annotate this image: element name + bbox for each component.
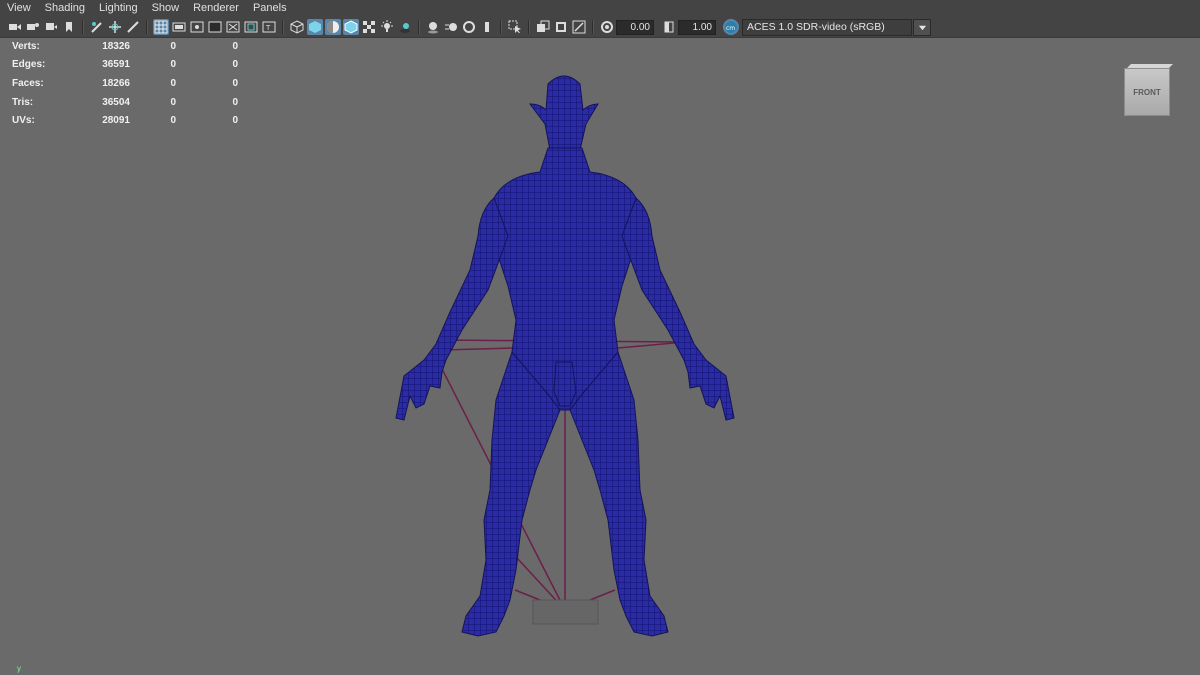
hud-label: UVs: xyxy=(12,115,35,127)
svg-text:cm: cm xyxy=(726,25,735,32)
hud-row-edges: Edges: 36591 0 0 xyxy=(12,56,238,75)
hud-row-uvs: UVs: 28091 0 0 xyxy=(12,111,238,130)
hud-value: 0 xyxy=(232,40,238,52)
grease-pencil-icon[interactable] xyxy=(89,19,105,35)
safe-action-icon[interactable] xyxy=(243,19,259,35)
hud-value: 18266 xyxy=(102,77,130,89)
motion-blur-icon[interactable] xyxy=(443,19,459,35)
menu-panels[interactable]: Panels xyxy=(246,0,294,17)
anti-aliasing-icon[interactable] xyxy=(461,19,477,35)
chevron-down-icon[interactable] xyxy=(913,18,931,36)
view-cube[interactable]: FRONT xyxy=(1124,68,1170,116)
hud-value: 0 xyxy=(170,59,176,71)
hud-label: Faces: xyxy=(12,77,44,89)
two-d-pan-zoom-icon[interactable] xyxy=(107,19,123,35)
xray-icon[interactable] xyxy=(535,19,551,35)
exposure-reset-icon[interactable] xyxy=(599,19,615,35)
exposure-field[interactable]: 0.00 xyxy=(616,19,654,35)
hud-value: 18326 xyxy=(102,40,130,52)
hud-value: 0 xyxy=(232,115,238,127)
bookmark-icon[interactable] xyxy=(43,19,59,35)
ambient-occlusion-icon[interactable] xyxy=(425,19,441,35)
hud-value: 36504 xyxy=(102,96,130,108)
isolate-select-icon[interactable] xyxy=(507,19,523,35)
panel-menu-bar: View Shading Lighting Show Renderer Pane… xyxy=(0,0,1200,17)
hud-value: 0 xyxy=(232,77,238,89)
gamma-field[interactable]: 1.00 xyxy=(678,19,716,35)
hud-label: Verts: xyxy=(12,40,40,52)
textured-icon[interactable] xyxy=(361,19,377,35)
default-material-icon[interactable] xyxy=(325,19,341,35)
wireframe-on-shaded-icon[interactable] xyxy=(343,19,359,35)
hud-value: 0 xyxy=(170,40,176,52)
xray-joints-icon[interactable] xyxy=(571,19,587,35)
gamma-reset-icon[interactable] xyxy=(661,19,677,35)
character-mesh[interactable] xyxy=(380,66,750,650)
film-gate-icon[interactable] xyxy=(171,19,187,35)
root-locator xyxy=(532,599,599,625)
shadows-icon[interactable] xyxy=(397,19,413,35)
axis-y-label: y xyxy=(17,664,21,673)
depth-of-field-icon[interactable] xyxy=(479,19,495,35)
hud-row-tris: Tris: 36504 0 0 xyxy=(12,93,238,112)
panel-toolbar: T 0.00 1.00 cm ACES 1.0 SDR-video (sRGB) xyxy=(0,17,1200,38)
view-transform-icon[interactable]: cm xyxy=(723,19,739,35)
hud-label: Edges: xyxy=(12,59,46,71)
menu-show[interactable]: Show xyxy=(145,0,187,17)
grid-icon[interactable] xyxy=(153,19,169,35)
hud-value: 28091 xyxy=(102,115,130,127)
xray-active-components-icon[interactable] xyxy=(553,19,569,35)
menu-renderer[interactable]: Renderer xyxy=(186,0,246,17)
camera-attributes-icon[interactable] xyxy=(25,19,41,35)
hud-row-verts: Verts: 18326 0 0 xyxy=(12,37,238,56)
resolution-gate-icon[interactable] xyxy=(189,19,205,35)
menu-view[interactable]: View xyxy=(0,0,38,17)
hud-value: 0 xyxy=(170,77,176,89)
hud-label: Tris: xyxy=(12,96,34,108)
gate-mask-icon[interactable] xyxy=(207,19,223,35)
hud-value: 0 xyxy=(170,96,176,108)
smooth-shade-icon[interactable] xyxy=(307,19,323,35)
use-all-lights-icon[interactable] xyxy=(379,19,395,35)
wireframe-icon[interactable] xyxy=(289,19,305,35)
hud-value: 0 xyxy=(232,59,238,71)
hud-value: 0 xyxy=(170,115,176,127)
hud-value: 0 xyxy=(232,96,238,108)
pencil-icon[interactable] xyxy=(125,19,141,35)
field-chart-icon[interactable] xyxy=(225,19,241,35)
camera-select-icon[interactable] xyxy=(7,19,23,35)
hud-value: 36591 xyxy=(102,59,130,71)
image-plane-icon[interactable] xyxy=(61,19,77,35)
menu-shading[interactable]: Shading xyxy=(38,0,92,17)
color-space-dropdown[interactable]: ACES 1.0 SDR-video (sRGB) xyxy=(742,18,912,36)
svg-text:T: T xyxy=(265,24,271,32)
menu-lighting[interactable]: Lighting xyxy=(92,0,145,17)
view-cube-face-label: FRONT xyxy=(1133,87,1161,97)
poly-count-hud: Verts: 18326 0 0 Edges: 36591 0 0 Faces:… xyxy=(12,37,238,130)
hud-row-faces: Faces: 18266 0 0 xyxy=(12,74,238,93)
safe-title-icon[interactable]: T xyxy=(261,19,277,35)
